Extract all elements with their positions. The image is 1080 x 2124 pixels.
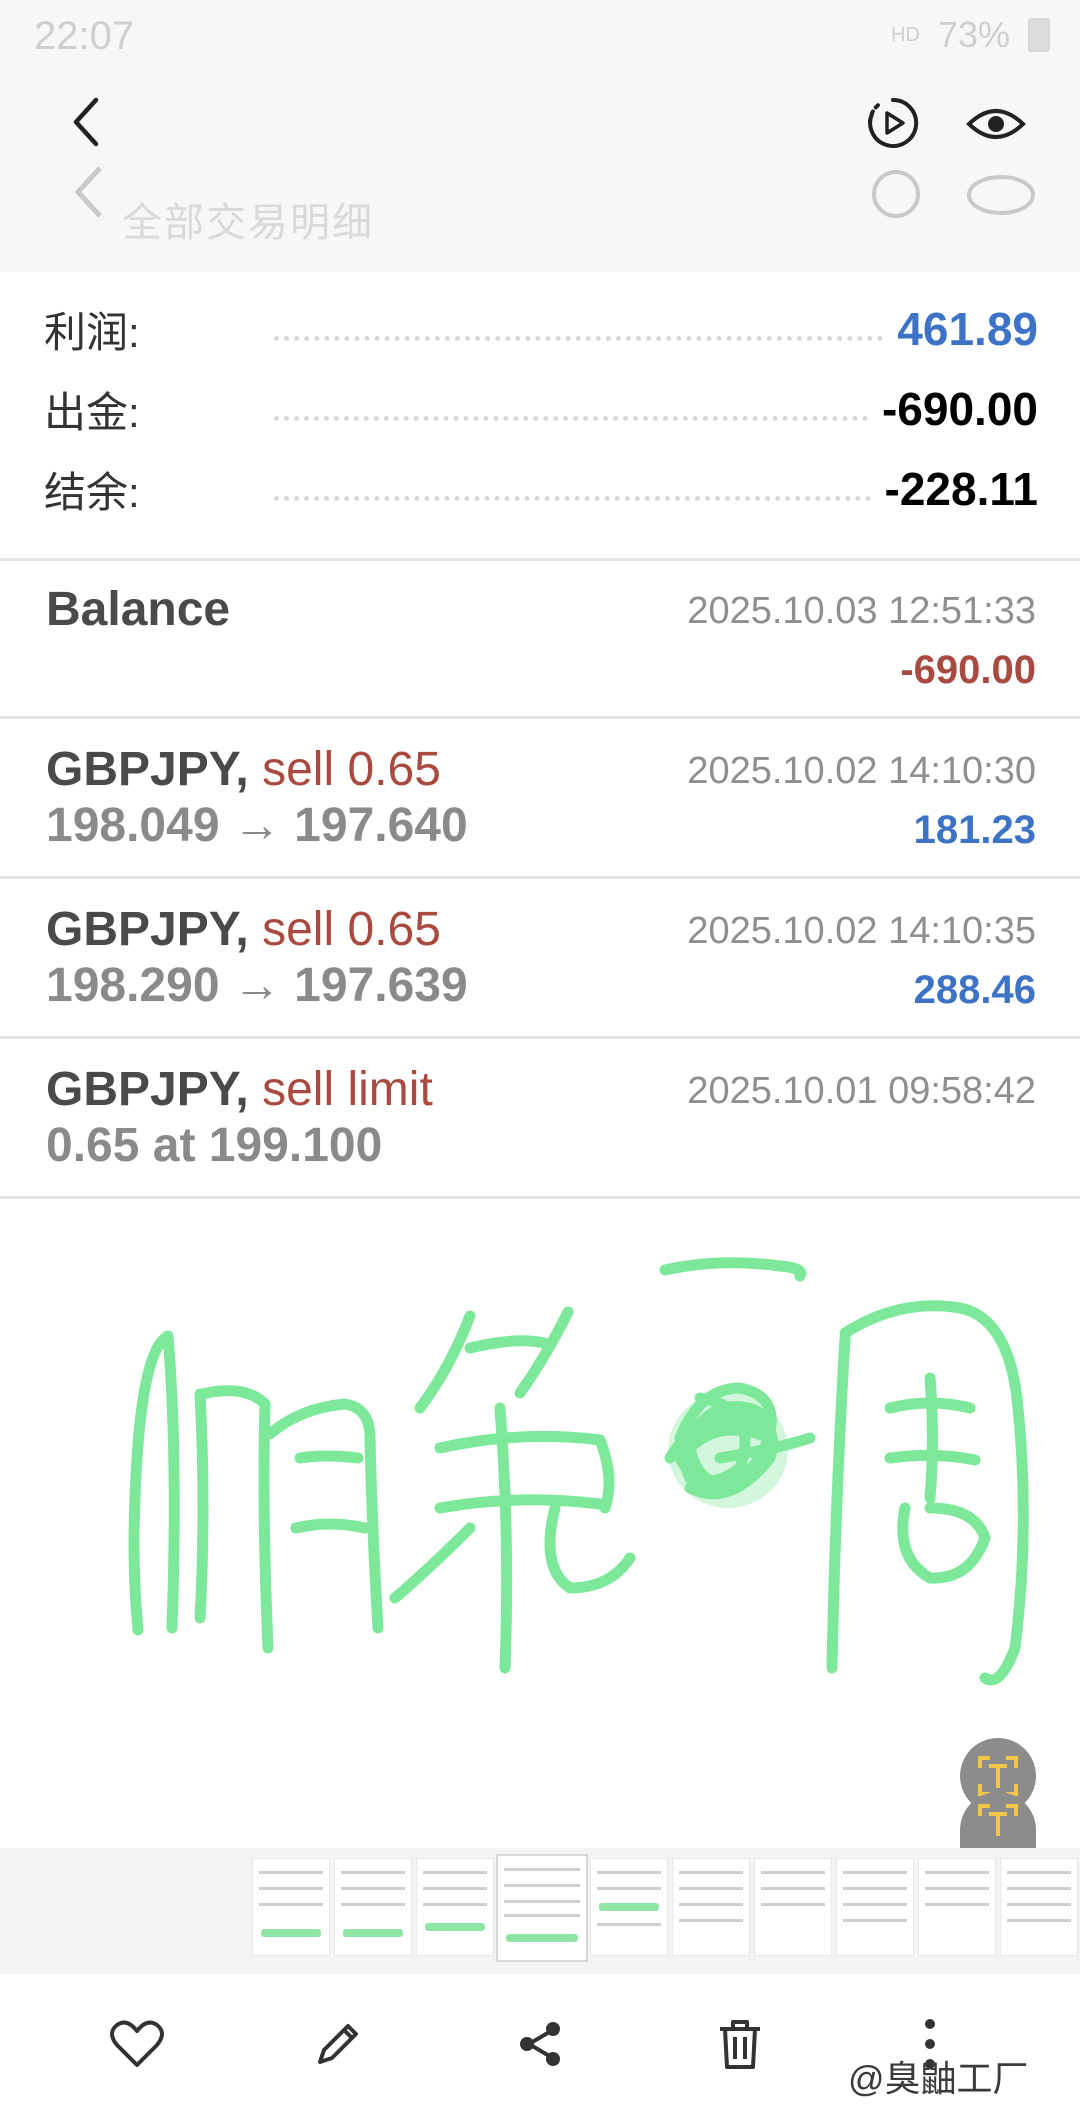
status-time: 22:07 bbox=[34, 14, 135, 58]
battery-percent: 73% bbox=[937, 14, 1010, 55]
deal-prices: 198.290 → 197.639 bbox=[46, 959, 468, 1012]
deal-symbol: GBPJPY, sell 0.65 bbox=[46, 902, 441, 957]
summary-row-withdrawal: 出金: -690.00 bbox=[44, 374, 1038, 444]
thumbnail-strip bbox=[0, 1848, 1080, 1974]
motion-photo-icon bbox=[868, 97, 919, 148]
trash-icon bbox=[720, 2020, 760, 2069]
deal-prices: 198.049 → 197.640 bbox=[46, 799, 468, 852]
deal-time: 2025.10.03 12:51:33 bbox=[687, 590, 1036, 632]
thumbnail[interactable] bbox=[416, 1858, 494, 1956]
deal-order-detail: 0.65 at 199.100 bbox=[46, 1119, 383, 1172]
summary-row-profit: 利润: 461.89 bbox=[44, 294, 1038, 364]
deal-row[interactable]: GBPJPY, sell limit 0.65 at 199.100 2025.… bbox=[0, 1038, 1080, 1199]
deal-time: 2025.10.02 14:10:35 bbox=[687, 910, 1036, 952]
view-button[interactable] bbox=[960, 96, 1032, 152]
deal-action: sell limit bbox=[262, 1063, 433, 1116]
thumbnail[interactable] bbox=[918, 1858, 996, 1956]
motion-photo-button[interactable] bbox=[862, 92, 924, 154]
thumbnail[interactable] bbox=[590, 1858, 668, 1956]
share-button[interactable] bbox=[500, 2004, 580, 2084]
deal-symbol: Balance bbox=[46, 582, 230, 637]
bottom-action-bar: @臭鼬工厂 bbox=[0, 1974, 1080, 2124]
deal-symbol-text: GBPJPY, bbox=[46, 1063, 249, 1116]
deal-amount: 181.23 bbox=[913, 808, 1036, 852]
hd-indicator: HD bbox=[891, 23, 920, 46]
thumbnail[interactable] bbox=[836, 1858, 914, 1956]
thumbnail[interactable] bbox=[672, 1858, 750, 1956]
top-app-bar: 全部交易明细 bbox=[0, 70, 1080, 272]
deal-symbol-text: GBPJPY, bbox=[46, 743, 249, 796]
status-icons: HD 73% bbox=[891, 14, 1050, 56]
thumbnail-current[interactable] bbox=[496, 1854, 588, 1962]
thumbnail[interactable] bbox=[252, 1858, 330, 1956]
deal-time: 2025.10.02 14:10:30 bbox=[687, 750, 1036, 792]
summary-label: 结余: bbox=[44, 468, 140, 516]
ghost-page-title: 全部交易明细 bbox=[122, 201, 374, 245]
deal-time: 2025.10.01 09:58:42 bbox=[687, 1070, 1036, 1112]
back-button[interactable] bbox=[56, 92, 116, 152]
share-icon bbox=[520, 2022, 560, 2066]
handwriting-drawing bbox=[128, 1257, 1029, 1686]
chevron-left-icon bbox=[73, 97, 99, 147]
heart-icon bbox=[110, 2020, 164, 2067]
deal-symbol: GBPJPY, sell limit bbox=[46, 1062, 433, 1117]
deal-action: sell 0.65 bbox=[262, 903, 441, 956]
edit-button[interactable] bbox=[298, 2004, 378, 2084]
summary-value: -228.11 bbox=[884, 463, 1038, 515]
summary-value: 461.89 bbox=[897, 303, 1038, 355]
deal-row[interactable]: GBPJPY, sell 0.65 198.290 → 197.639 2025… bbox=[0, 878, 1080, 1039]
deal-row[interactable]: Balance 2025.10.03 12:51:33 -690.00 bbox=[0, 558, 1080, 719]
favorite-button[interactable] bbox=[97, 2004, 177, 2084]
eye-icon bbox=[966, 109, 1026, 139]
pencil-icon bbox=[318, 2024, 358, 2064]
thumbnail[interactable] bbox=[1000, 1858, 1078, 1956]
dotted-leader bbox=[274, 415, 868, 421]
deal-amount: 288.46 bbox=[913, 968, 1036, 1012]
deal-row[interactable]: GBPJPY, sell 0.65 198.049 → 197.640 2025… bbox=[0, 718, 1080, 879]
battery-icon bbox=[1028, 18, 1050, 52]
ghost-motion-icon bbox=[872, 170, 920, 218]
deal-amount: -690.00 bbox=[900, 648, 1036, 692]
thumbnail[interactable] bbox=[334, 1858, 412, 1956]
deal-symbol-text: Balance bbox=[46, 583, 231, 636]
summary-label: 利润: bbox=[44, 308, 140, 356]
summary-panel: 利润: 461.89 出金: -690.00 结余: -228.11 bbox=[0, 272, 1080, 561]
summary-value: -690.00 bbox=[881, 383, 1038, 435]
dotted-leader bbox=[274, 335, 884, 341]
deal-action: sell 0.65 bbox=[262, 743, 441, 796]
deal-symbol: GBPJPY, sell 0.65 bbox=[46, 742, 441, 797]
watermark: @臭鼬工厂 bbox=[848, 2058, 1029, 2099]
text-extract-icon bbox=[978, 1804, 1018, 1836]
thumbnail[interactable] bbox=[754, 1858, 832, 1956]
deal-symbol-text: GBPJPY, bbox=[46, 903, 249, 956]
status-bar: 22:07 HD 73% bbox=[0, 0, 1080, 70]
ghost-back-icon bbox=[74, 166, 102, 218]
delete-button[interactable] bbox=[700, 2004, 780, 2084]
dotted-leader bbox=[274, 495, 871, 501]
summary-label: 出金: bbox=[44, 388, 140, 436]
summary-row-balance: 结余: -228.11 bbox=[44, 454, 1038, 524]
ghost-eye-icon bbox=[967, 175, 1035, 215]
